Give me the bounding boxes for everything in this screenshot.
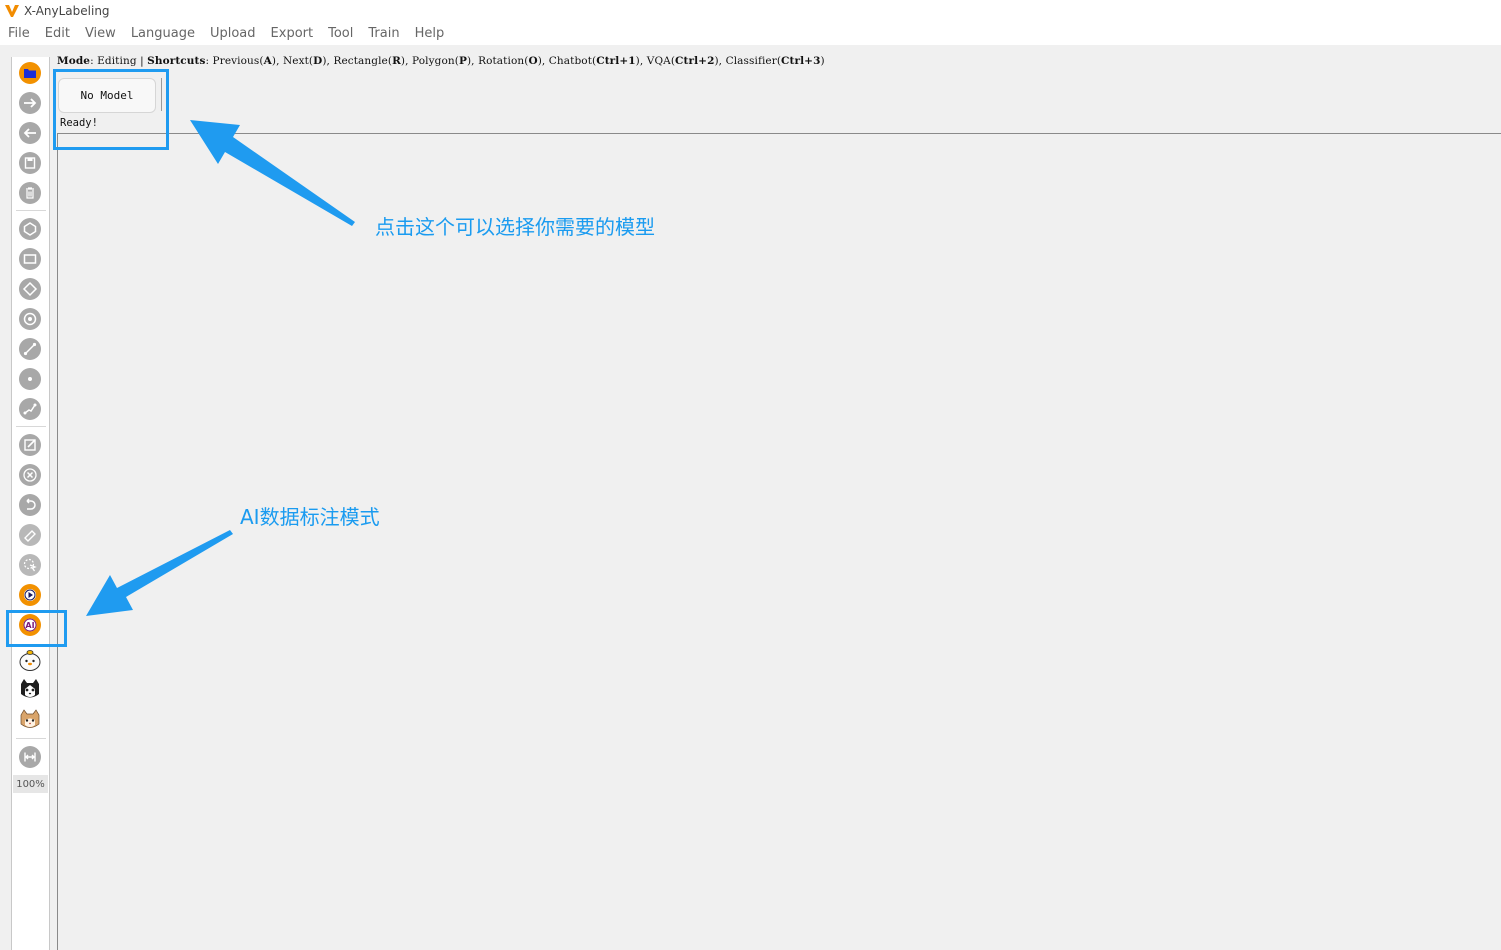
ai-mode-arrow: [86, 530, 233, 616]
rectangle-icon[interactable]: [18, 247, 42, 271]
open-folder-icon[interactable]: [18, 61, 42, 85]
next-image-icon[interactable]: [18, 91, 42, 115]
edit-icon[interactable]: [18, 433, 42, 457]
shortcut-item: Polygon(P),: [412, 55, 475, 67]
ai-mode-highlight: [6, 610, 67, 647]
save-icon[interactable]: [18, 151, 42, 175]
toolbar-separator: [16, 426, 46, 427]
menu-bar: File Edit View Language Upload Export To…: [0, 22, 1501, 45]
shortcut-item: Rotation(O),: [478, 55, 546, 67]
ai-mode-hint-text: AI数据标注模式: [240, 505, 380, 529]
point-icon[interactable]: [18, 367, 42, 391]
fit-width-icon[interactable]: [18, 745, 42, 769]
menu-view[interactable]: View: [77, 26, 123, 41]
mode-value: Editing: [97, 55, 137, 67]
canvas-left-border: [57, 134, 58, 950]
mode-shortcuts-bar: Mode: Editing | Shortcuts: Previous(A), …: [57, 55, 825, 67]
menu-upload[interactable]: Upload: [202, 26, 263, 41]
delete-shape-icon[interactable]: [18, 463, 42, 487]
shortcut-item: Next(D),: [282, 55, 330, 67]
menu-tool[interactable]: Tool: [320, 26, 360, 41]
menu-edit[interactable]: Edit: [37, 26, 77, 41]
canvas-top-border: [57, 133, 1501, 134]
model-hint-text: 点击这个可以选择你需要的模型: [375, 215, 655, 239]
delete-file-icon[interactable]: [18, 181, 42, 205]
auto-run-icon[interactable]: [18, 583, 42, 607]
model-selector-highlight: [53, 69, 169, 150]
vqa-mascot-icon[interactable]: [18, 678, 42, 702]
shortcut-item: Chatbot(Ctrl+1),: [548, 55, 644, 67]
brush-icon[interactable]: [18, 523, 42, 547]
chatbot-mascot-icon[interactable]: [18, 648, 42, 672]
model-hint-arrow: [190, 120, 355, 226]
app-logo-icon: [5, 5, 19, 17]
classifier-mascot-icon[interactable]: [18, 708, 42, 732]
shortcut-item: VQA(Ctrl+2),: [646, 55, 723, 67]
linestrip-icon[interactable]: [18, 397, 42, 421]
toolbar-separator: [16, 210, 46, 211]
circle-icon[interactable]: [18, 307, 42, 331]
menu-language[interactable]: Language: [123, 26, 202, 41]
annotation-arrows: [86, 120, 355, 616]
shortcut-item: Previous(A),: [212, 55, 280, 67]
polygon-icon[interactable]: [18, 217, 42, 241]
rotation-icon[interactable]: [18, 277, 42, 301]
previous-image-icon[interactable]: [18, 121, 42, 145]
shortcut-item: Rectangle(R),: [333, 55, 409, 67]
zoom-level[interactable]: 100%: [13, 775, 48, 793]
menu-train[interactable]: Train: [360, 26, 406, 41]
app-title: X-AnyLabeling: [24, 4, 110, 18]
title-bar: X-AnyLabeling: [0, 0, 1501, 22]
line-icon[interactable]: [18, 337, 42, 361]
menu-file[interactable]: File: [0, 26, 37, 41]
undo-icon[interactable]: [18, 493, 42, 517]
menu-export[interactable]: Export: [263, 26, 321, 41]
toolbar-separator: [16, 738, 46, 739]
select-cursor-icon[interactable]: [18, 553, 42, 577]
left-toolbar: AI 100%: [11, 57, 50, 950]
menu-help[interactable]: Help: [407, 26, 452, 41]
shortcut-item: Classifier(Ctrl+3): [725, 55, 825, 67]
